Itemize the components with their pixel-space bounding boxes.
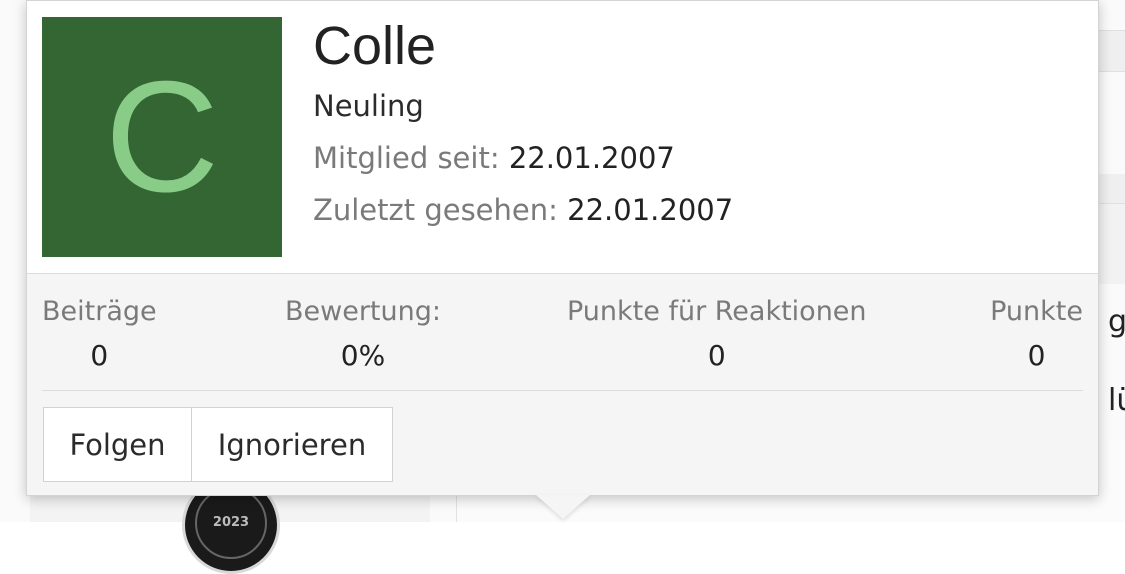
ignore-button[interactable]: Ignorieren (192, 408, 392, 481)
follow-button[interactable]: Folgen (44, 408, 192, 481)
background-panel (1098, 30, 1125, 72)
stat-value: 0 (42, 339, 157, 372)
stat-label: Punkte für Reaktionen (567, 296, 867, 327)
background-text: g (1108, 304, 1125, 339)
stat-value: 0 (567, 339, 867, 372)
stat-points[interactable]: Punkte 0 (990, 296, 1083, 372)
username-link[interactable]: Colle (313, 15, 1078, 77)
member-actions: Folgen Ignorieren (43, 407, 393, 482)
last-seen: Zuletzt gesehen: 22.01.2007 (313, 193, 1078, 227)
background-panel (1098, 174, 1125, 204)
stat-value: 0% (285, 339, 441, 372)
stat-posts[interactable]: Beiträge 0 (42, 296, 157, 372)
member-stats: Beiträge 0 Bewertung: 0% Punkte für Reak… (42, 296, 1083, 391)
member-tooltip: C Colle Neuling Mitglied seit: 22.01.200… (26, 0, 1099, 496)
tooltip-arrow (536, 495, 590, 519)
member-tooltip-header: C Colle Neuling Mitglied seit: 22.01.200… (27, 1, 1098, 274)
user-role: Neuling (313, 89, 1078, 123)
stat-label: Bewertung: (285, 296, 441, 327)
avatar[interactable]: C (42, 17, 282, 257)
stat-label: Beiträge (42, 296, 157, 327)
avatar-letter: C (105, 58, 219, 216)
background-text: lü (1108, 383, 1125, 418)
member-since-value: 22.01.2007 (509, 141, 675, 175)
last-seen-label: Zuletzt gesehen: (313, 193, 558, 227)
member-info: Colle Neuling Mitglied seit: 22.01.2007 … (313, 15, 1078, 227)
stat-reaction-score: Punkte für Reaktionen 0 (567, 296, 867, 372)
stat-label: Punkte (990, 296, 1083, 327)
background-panel (1098, 204, 1125, 284)
stat-rating: Bewertung: 0% (285, 296, 441, 372)
badge-year: 2023 (185, 515, 277, 530)
last-seen-value[interactable]: 22.01.2007 (567, 193, 733, 227)
member-since-label: Mitglied seit: (313, 141, 500, 175)
member-since: Mitglied seit: 22.01.2007 (313, 141, 1078, 175)
stat-value: 0 (990, 339, 1083, 372)
